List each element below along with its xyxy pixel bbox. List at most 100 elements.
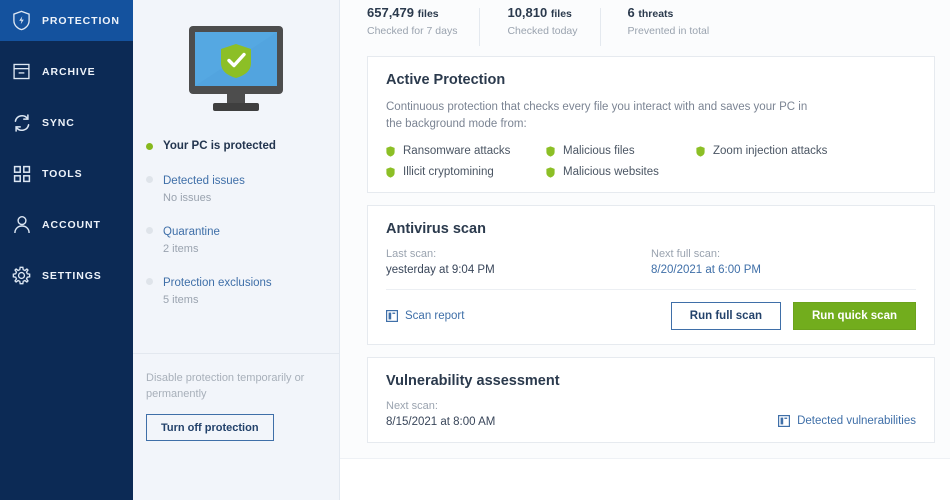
sidebar-item-archive[interactable]: ARCHIVE — [0, 51, 133, 92]
threat-label: Malicious websites — [563, 166, 659, 178]
disable-protection-description: Disable protection temporarily or perman… — [146, 372, 305, 400]
scan-report-link[interactable]: Scan report — [386, 310, 464, 322]
list-item: Malicious files — [546, 145, 696, 157]
sidebar-item-protection[interactable]: PROTECTION — [0, 0, 133, 41]
list-item[interactable]: Detected issues No issues — [146, 171, 339, 206]
card-title: Active Protection — [386, 72, 506, 88]
monitor-with-green-shield-icon — [133, 0, 339, 120]
card-title: Antivirus scan — [386, 221, 486, 237]
list-item: Illicit cryptomining — [386, 166, 546, 178]
stat-sublabel: Prevented in total — [627, 25, 710, 37]
green-shield-icon — [696, 145, 705, 157]
bullet-dot-icon — [146, 176, 153, 183]
list-item[interactable]: Quarantine 2 items — [146, 222, 339, 257]
last-scan-block: Last scan: yesterday at 9:04 PM — [386, 248, 651, 276]
stats-bar: 657,479 files Checked for 7 days 10,810 … — [367, 0, 935, 56]
green-shield-icon — [546, 145, 555, 157]
green-shield-icon — [546, 166, 555, 178]
threat-label: Ransomware attacks — [403, 145, 511, 157]
sidebar-navigation: PROTECTION ARCHIVE SYNC TOOLS ACCOUNT SE… — [0, 0, 133, 500]
stat-sublabel: Checked today — [507, 25, 578, 37]
list-item[interactable]: Protection exclusions 5 items — [146, 273, 339, 308]
sidebar-item-label: SETTINGS — [42, 269, 102, 282]
report-document-icon — [386, 310, 398, 322]
sync-arrows-icon — [11, 112, 32, 133]
disable-protection-block: Disable protection temporarily or perman… — [146, 370, 327, 441]
quarantine-link[interactable]: Quarantine — [163, 226, 220, 238]
next-scan-label: Next scan: — [386, 400, 438, 412]
stat-files-checked-7days: 657,479 files Checked for 7 days — [367, 5, 479, 37]
sidebar-item-label: PROTECTION — [42, 14, 120, 27]
status-dot-icon — [146, 143, 153, 150]
next-full-scan-label: Next full scan: — [651, 248, 721, 260]
quarantine-sub: 2 items — [163, 243, 199, 255]
status-title: Your PC is protected — [163, 140, 276, 152]
threat-label: Zoom injection attacks — [713, 145, 828, 157]
status-protected-row: Your PC is protected — [146, 138, 339, 154]
detected-vulnerabilities-label: Detected vulnerabilities — [797, 415, 916, 427]
gear-icon — [11, 265, 32, 286]
stat-value: 10,810 files — [507, 5, 577, 20]
bullet-dot-icon — [146, 227, 153, 234]
main-bottom-divider — [340, 458, 950, 459]
person-icon — [11, 214, 32, 235]
stat-sublabel: Checked for 7 days — [367, 25, 458, 37]
green-shield-icon — [386, 145, 395, 157]
sidebar-item-label: ACCOUNT — [42, 218, 101, 231]
next-scan-block: Next full scan: 8/20/2021 at 6:00 PM — [651, 248, 916, 276]
stat-unit: files — [550, 8, 572, 20]
list-item: Malicious websites — [546, 166, 696, 178]
scan-report-label: Scan report — [405, 310, 465, 322]
detected-issues-sub: No issues — [163, 192, 212, 204]
card-description: Continuous protection that checks every … — [386, 101, 808, 130]
detected-vulnerabilities-link[interactable]: Detected vulnerabilities — [778, 415, 916, 428]
antivirus-scan-card: Antivirus scan Last scan: yesterday at 9… — [367, 205, 935, 345]
main-content: 657,479 files Checked for 7 days 10,810 … — [340, 0, 950, 500]
sidebar-item-label: TOOLS — [42, 167, 83, 180]
next-scan-value: 8/15/2021 at 8:00 AM — [386, 416, 496, 428]
sidebar-item-tools[interactable]: TOOLS — [0, 153, 133, 194]
panel-divider — [133, 353, 339, 354]
grid-squares-icon — [11, 163, 32, 184]
sidebar-item-label: ARCHIVE — [42, 65, 96, 78]
list-item: Zoom injection attacks — [696, 145, 916, 157]
next-full-scan-value[interactable]: 8/20/2021 at 6:00 PM — [651, 264, 916, 276]
run-quick-scan-button[interactable]: Run quick scan — [793, 302, 916, 330]
card-title: Vulnerability assessment — [386, 373, 560, 389]
stat-value: 6 threats — [628, 5, 710, 20]
last-scan-label: Last scan: — [386, 248, 437, 260]
run-full-scan-button[interactable]: Run full scan — [670, 302, 781, 330]
vulnerability-assessment-card: Vulnerability assessment Next scan: 8/15… — [367, 357, 935, 443]
scan-info-row: Last scan: yesterday at 9:04 PM Next ful… — [386, 248, 916, 276]
stat-files-checked-today: 10,810 files Checked today — [479, 5, 599, 46]
threat-label: Malicious files — [563, 145, 635, 157]
stat-number: 657,479 — [367, 5, 414, 20]
sidebar-item-account[interactable]: ACCOUNT — [0, 204, 133, 245]
report-document-icon — [778, 415, 791, 427]
green-shield-icon — [386, 166, 395, 178]
protection-exclusions-sub: 5 items — [163, 294, 199, 306]
protection-status-panel: Your PC is protected Detected issues No … — [133, 0, 340, 500]
stat-unit: threats — [638, 8, 674, 20]
scan-actions-row: Scan report Run full scan Run quick scan — [386, 302, 916, 330]
next-scan-block: Next scan: 8/15/2021 at 8:00 AM — [386, 400, 778, 428]
stat-number: 10,810 — [507, 5, 548, 20]
status-list: Your PC is protected Detected issues No … — [133, 120, 339, 308]
sidebar-item-label: SYNC — [42, 116, 75, 129]
active-protection-card: Active Protection Continuous protection … — [367, 56, 935, 193]
protection-exclusions-link[interactable]: Protection exclusions — [163, 277, 272, 289]
archive-box-icon — [11, 61, 32, 82]
last-scan-value: yesterday at 9:04 PM — [386, 264, 495, 276]
turn-off-protection-button[interactable]: Turn off protection — [146, 414, 274, 441]
stat-unit: files — [417, 8, 439, 20]
application-window: PROTECTION ARCHIVE SYNC TOOLS ACCOUNT SE… — [0, 0, 950, 500]
bullet-dot-icon — [146, 278, 153, 285]
stat-number: 6 — [627, 5, 635, 20]
sidebar-item-settings[interactable]: SETTINGS — [0, 255, 133, 296]
detected-issues-link[interactable]: Detected issues — [163, 175, 245, 187]
threat-type-grid: Ransomware attacks Malicious files Zoom … — [386, 145, 916, 178]
sidebar-item-sync[interactable]: SYNC — [0, 102, 133, 143]
list-item: Ransomware attacks — [386, 145, 546, 157]
main-bottom-area — [340, 459, 950, 500]
shield-bolt-icon — [11, 10, 32, 31]
